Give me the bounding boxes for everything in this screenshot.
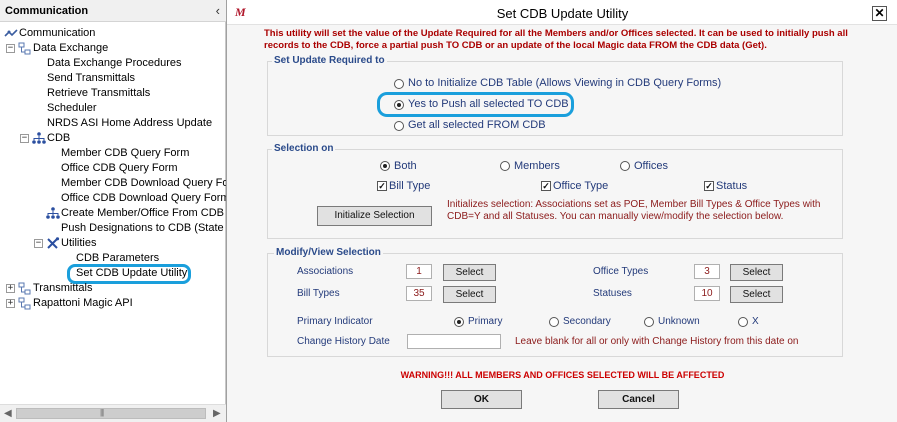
set-cdb-update-dialog: M Set CDB Update Utility ✕ This utility … — [226, 0, 897, 422]
radio-get-from-cdb[interactable] — [394, 121, 404, 131]
checkbox-bill-type-label[interactable]: Bill Type — [389, 180, 430, 192]
navigation-tree-pane: Communication ‹ Communication − Data Exc… — [0, 0, 251, 422]
hierarchy-icon — [46, 207, 60, 219]
tree-nodes-icon — [18, 42, 31, 55]
selection-legend: Selection on — [272, 143, 336, 154]
highlight-callout — [377, 92, 574, 117]
radio-x[interactable] — [738, 317, 748, 327]
primary-indicator-label: Primary Indicator — [297, 316, 373, 327]
radio-secondary[interactable] — [549, 317, 559, 327]
office-types-count: 3 — [694, 264, 720, 279]
radio-unknown-label[interactable]: Unknown — [658, 316, 700, 327]
tree-item-cdb[interactable]: CDB — [47, 132, 70, 145]
collapse-toggle-icon[interactable]: − — [20, 134, 29, 143]
checkbox-status[interactable]: ✓ — [704, 181, 714, 191]
option-get-from-cdb-label[interactable]: Get all selected FROM CDB — [408, 119, 546, 131]
scrollbar-grip-icon: ||| — [100, 408, 104, 417]
radio-x-label[interactable]: X — [752, 316, 759, 327]
communication-icon — [4, 29, 18, 37]
tree-item-retrieve-transmittals[interactable]: Retrieve Transmittals — [47, 87, 150, 100]
tree-item-office-cdb-download-query-form[interactable]: Office CDB Download Query Form — [61, 192, 230, 205]
pane-title: Communication — [5, 5, 89, 17]
radio-both[interactable] — [380, 161, 390, 171]
tree-item-scheduler[interactable]: Scheduler — [47, 102, 97, 115]
associations-select-button[interactable]: Select — [443, 264, 496, 281]
tree-nodes-icon — [18, 282, 31, 295]
tree-item-member-cdb-query-form[interactable]: Member CDB Query Form — [61, 147, 189, 160]
bill-types-count: 35 — [406, 286, 432, 301]
tree-item-utilities[interactable]: Utilities — [61, 237, 96, 250]
radio-no-initialize[interactable] — [394, 79, 404, 89]
checkbox-office-type-label[interactable]: Office Type — [553, 180, 608, 192]
tree-item-rapattoni-magic-api[interactable]: Rapattoni Magic API — [33, 297, 133, 310]
option-no-initialize-label[interactable]: No to Initialize CDB Table (Allows Viewi… — [408, 77, 721, 89]
change-history-note: Leave blank for all or only with Change … — [515, 336, 799, 347]
tree-item-send-transmittals[interactable]: Send Transmittals — [47, 72, 135, 85]
scroll-left-icon[interactable]: ◀ — [4, 408, 12, 419]
statuses-count: 10 — [694, 286, 720, 301]
collapse-toggle-icon[interactable]: − — [34, 239, 43, 248]
bill-types-select-button[interactable]: Select — [443, 286, 496, 303]
change-history-date-label: Change History Date — [297, 336, 390, 347]
hierarchy-icon — [32, 132, 46, 144]
tree-item-push-designations-to-cdb[interactable]: Push Designations to CDB (State only) — [61, 222, 251, 235]
selected-item-highlight — [67, 264, 191, 284]
tree-item-data-exchange[interactable]: Data Exchange — [33, 42, 108, 55]
tree-item-member-cdb-download-query-form[interactable]: Member CDB Download Query Form — [61, 177, 241, 190]
statuses-select-button[interactable]: Select — [730, 286, 783, 303]
pane-header: Communication ‹ — [0, 0, 226, 22]
associations-label: Associations — [297, 266, 354, 277]
checkbox-office-type[interactable]: ✓ — [541, 181, 551, 191]
tree-item-nrds-asi-home-address-update[interactable]: NRDS ASI Home Address Update — [47, 117, 212, 130]
close-icon[interactable]: ✕ — [872, 6, 887, 21]
expand-toggle-icon[interactable]: + — [6, 299, 15, 308]
initialize-selection-button[interactable]: Initialize Selection — [317, 206, 432, 226]
tree-item-office-cdb-query-form[interactable]: Office CDB Query Form — [61, 162, 178, 175]
office-types-select-button[interactable]: Select — [730, 264, 783, 281]
bill-types-label: Bill Types — [297, 288, 340, 299]
scrollbar-thumb[interactable] — [16, 408, 206, 419]
tree-item-data-exchange-procedures[interactable]: Data Exchange Procedures — [47, 57, 182, 70]
expand-toggle-icon[interactable]: + — [6, 284, 15, 293]
tree-item-create-member-office-from-cdb[interactable]: Create Member/Office From CDB — [61, 207, 224, 220]
modify-view-legend: Modify/View Selection — [274, 247, 383, 258]
radio-members-label[interactable]: Members — [514, 160, 560, 172]
radio-members[interactable] — [500, 161, 510, 171]
office-types-label: Office Types — [593, 266, 649, 277]
horizontal-scrollbar[interactable]: ◀ ||| ▶ — [0, 404, 226, 422]
ok-button[interactable]: OK — [441, 390, 522, 409]
checkbox-bill-type[interactable]: ✓ — [377, 181, 387, 191]
radio-primary[interactable] — [454, 317, 464, 327]
statuses-label: Statuses — [593, 288, 632, 299]
associations-count: 1 — [406, 264, 432, 279]
radio-secondary-label[interactable]: Secondary — [563, 316, 611, 327]
tree-item-transmittals[interactable]: Transmittals — [33, 282, 93, 295]
radio-offices[interactable] — [620, 161, 630, 171]
collapse-toggle-icon[interactable]: − — [6, 44, 15, 53]
radio-unknown[interactable] — [644, 317, 654, 327]
change-history-date-input[interactable] — [407, 334, 501, 349]
radio-primary-label[interactable]: Primary — [468, 316, 502, 327]
tree-nodes-icon — [18, 297, 31, 310]
initialize-note: Initializes selection: Associations set … — [447, 199, 821, 222]
intro-text: This utility will set the value of the U… — [264, 28, 848, 51]
checkbox-status-label[interactable]: Status — [716, 180, 747, 192]
warning-text: WARNING!!! ALL MEMBERS AND OFFICES SELEC… — [400, 370, 725, 380]
set-update-legend: Set Update Required to — [272, 55, 387, 66]
cancel-button[interactable]: Cancel — [598, 390, 679, 409]
radio-both-label[interactable]: Both — [394, 160, 417, 172]
scroll-right-icon[interactable]: ▶ — [213, 408, 221, 419]
tools-icon — [47, 237, 60, 249]
tree-root-communication[interactable]: Communication — [19, 27, 95, 40]
collapse-pane-icon[interactable]: ‹ — [216, 3, 220, 18]
dialog-titlebar: M Set CDB Update Utility ✕ — [227, 0, 897, 25]
radio-offices-label[interactable]: Offices — [634, 160, 668, 172]
dialog-title: Set CDB Update Utility — [496, 6, 629, 21]
